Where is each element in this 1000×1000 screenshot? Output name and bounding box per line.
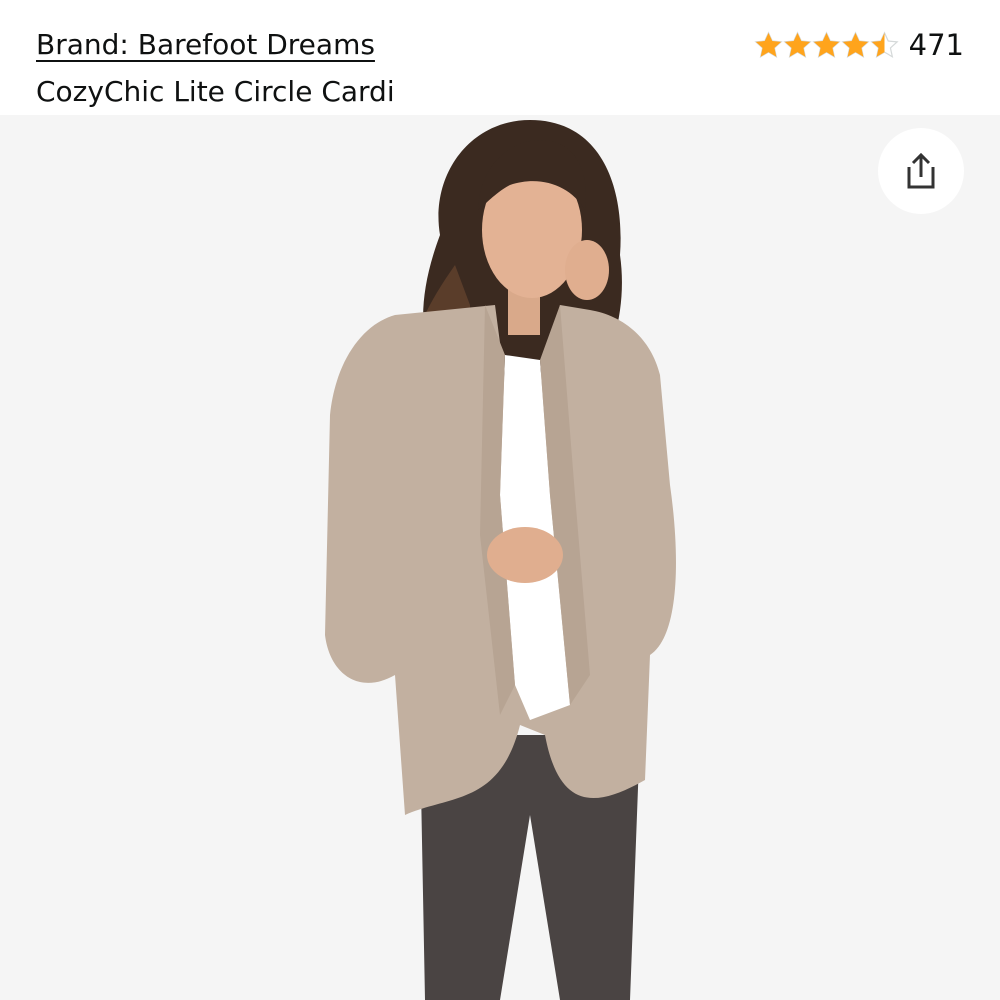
product-title: CozyChic Lite Circle Cardi: [36, 75, 395, 108]
product-image[interactable]: [0, 115, 1000, 1000]
share-icon: [907, 152, 935, 189]
star-icon: [841, 30, 870, 58]
product-page: Brand: Barefoot Dreams CozyChic Lite Cir…: [0, 0, 1000, 1000]
rating-summary[interactable]: 471: [754, 26, 964, 64]
product-header: Brand: Barefoot Dreams CozyChic Lite Cir…: [0, 0, 1000, 115]
share-button[interactable]: [878, 128, 964, 214]
star-icon: [754, 30, 783, 58]
rating-count: 471: [908, 28, 964, 62]
star-icon: [812, 30, 841, 58]
star-rating: [754, 30, 899, 60]
brand-link[interactable]: Brand: Barefoot Dreams: [36, 27, 375, 63]
star-icon: [870, 30, 899, 58]
product-photo: [0, 115, 1000, 1000]
star-icon: [783, 30, 812, 58]
